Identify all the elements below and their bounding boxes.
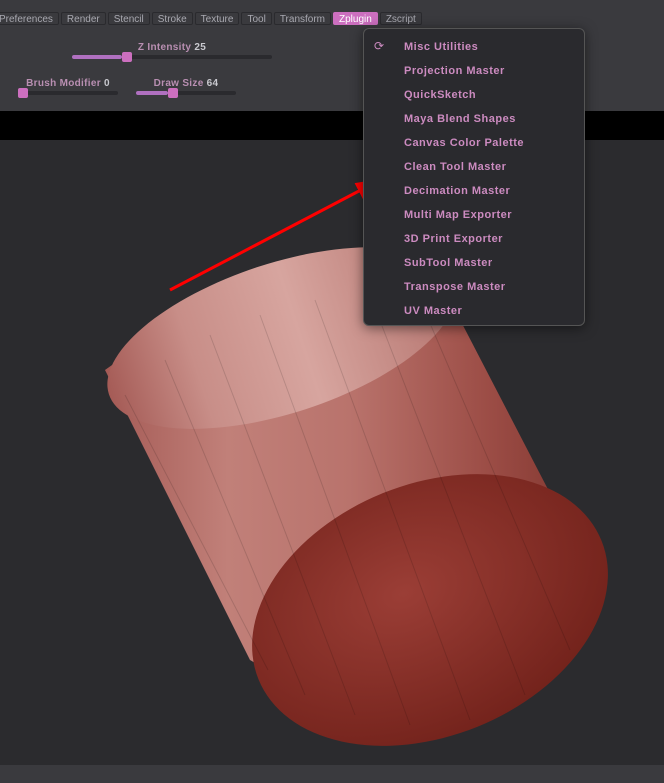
plugin-3d-print-exporter[interactable]: 3D Print Exporter	[364, 227, 584, 251]
menu-preferences[interactable]: Preferences	[0, 12, 59, 25]
brush-modifier-value: 0	[104, 78, 110, 89]
menu-render[interactable]: Render	[61, 12, 106, 25]
plugin-projection-master[interactable]: Projection Master	[364, 59, 584, 83]
plugin-subtool-master[interactable]: SubTool Master	[364, 251, 584, 275]
draw-size-value: 64	[207, 78, 219, 89]
menu-texture[interactable]: Texture	[195, 12, 240, 25]
plugin-canvas-color-palette[interactable]: Canvas Color Palette	[364, 131, 584, 155]
draw-size-label: Draw Size 64	[154, 78, 219, 89]
plugin-quicksketch[interactable]: QuickSketch	[364, 83, 584, 107]
brush-modifier-slider[interactable]: Brush Modifier 0	[18, 78, 118, 95]
menu-tool[interactable]: Tool	[241, 12, 271, 25]
plugin-misc-utilities[interactable]: Misc Utilities	[364, 35, 584, 59]
refresh-icon[interactable]: ⟳	[374, 39, 388, 53]
draw-size-slider[interactable]: Draw Size 64	[136, 78, 236, 95]
bottom-strip	[0, 765, 664, 783]
zplugin-dropdown: ⟳ Misc Utilities Projection Master Quick…	[363, 28, 585, 326]
menubar: Preferences Render Stencil Stroke Textur…	[0, 0, 664, 26]
plugin-maya-blend-shapes[interactable]: Maya Blend Shapes	[364, 107, 584, 131]
menu-transform[interactable]: Transform	[274, 12, 331, 25]
menu-stencil[interactable]: Stencil	[108, 12, 150, 25]
menu-zplugin[interactable]: Zplugin	[333, 12, 378, 25]
z-intensity-label: Z Intensity 25	[138, 42, 206, 53]
plugin-uv-master[interactable]: UV Master	[364, 299, 584, 323]
plugin-transpose-master[interactable]: Transpose Master	[364, 275, 584, 299]
menu-stroke[interactable]: Stroke	[152, 12, 193, 25]
plugin-decimation-master[interactable]: Decimation Master	[364, 179, 584, 203]
menu-zscript[interactable]: Zscript	[380, 12, 422, 25]
z-intensity-slider[interactable]: Z Intensity 25	[72, 42, 272, 59]
brush-modifier-label: Brush Modifier 0	[26, 78, 110, 89]
plugin-clean-tool-master[interactable]: Clean Tool Master	[364, 155, 584, 179]
plugin-multi-map-exporter[interactable]: Multi Map Exporter	[364, 203, 584, 227]
z-intensity-value: 25	[194, 42, 206, 53]
